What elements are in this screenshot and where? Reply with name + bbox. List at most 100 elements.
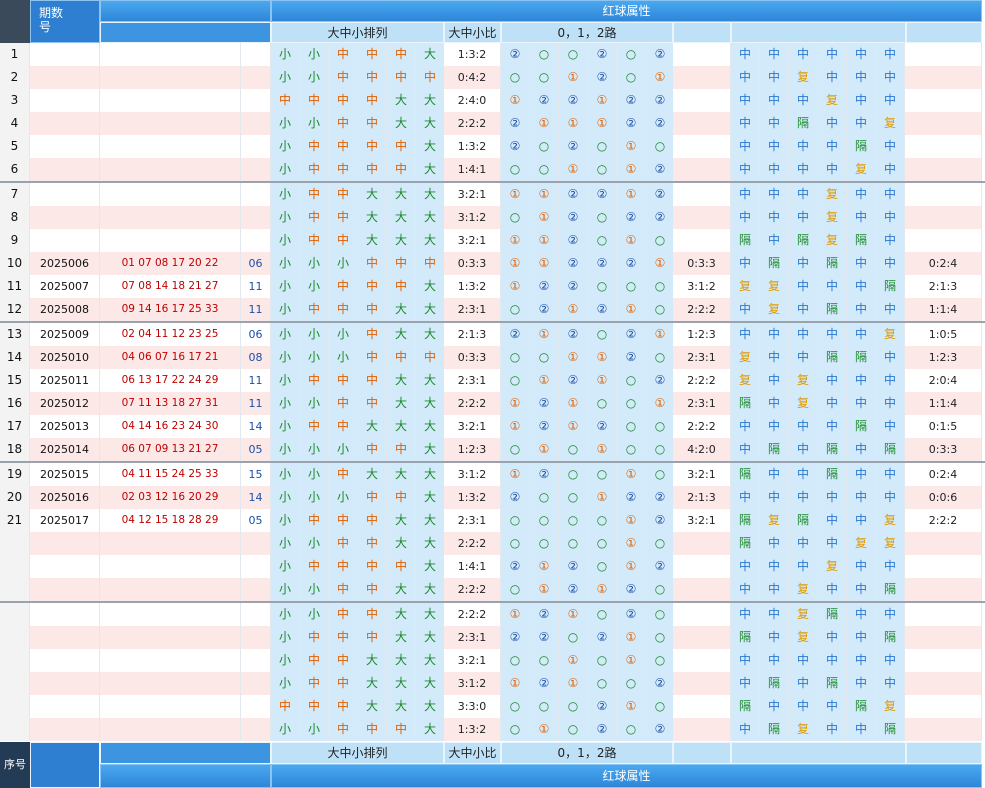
- row-seq: 21: [0, 509, 30, 532]
- route-cell: ○: [617, 369, 646, 392]
- form-cell: 复: [847, 532, 876, 555]
- form-cell: 中: [818, 509, 847, 532]
- route-cell: ②: [588, 718, 617, 741]
- route-cell: ○: [646, 603, 675, 626]
- size-cell: 中: [329, 695, 358, 718]
- tail-ratio-cell: 1:0:5: [905, 323, 982, 346]
- size-cell: 小: [271, 112, 300, 135]
- form-cell: 中: [789, 43, 818, 66]
- size-ratio-cell: 0:4:2: [444, 66, 501, 89]
- form-cell: 中: [876, 89, 905, 112]
- size-ratio-cell: 1:3:2: [444, 43, 501, 66]
- form-cell: 中: [818, 275, 847, 298]
- size-cell: 中: [300, 89, 329, 112]
- size-cell: 大: [358, 206, 387, 229]
- row-blue-number: [241, 603, 271, 626]
- form-cell: 中: [847, 463, 876, 486]
- size-ratio-cell: 1:4:1: [444, 555, 501, 578]
- route-cell: ②: [530, 275, 559, 298]
- row-seq: [0, 672, 30, 695]
- form-cell: 中: [818, 369, 847, 392]
- size-ratio-cell: 2:2:2: [444, 392, 501, 415]
- row-red-numbers: [100, 603, 241, 626]
- form-cell: 复: [876, 695, 905, 718]
- route-cell: ①: [617, 463, 646, 486]
- route-cell: ○: [501, 718, 530, 741]
- route-cell: ○: [588, 323, 617, 346]
- corner-logo: [0, 0, 30, 43]
- route-cell: ○: [559, 718, 588, 741]
- form-cell: 隔: [731, 463, 760, 486]
- row-blue-number: [241, 158, 271, 181]
- table-row: 13 2025009 02 04 11 12 23 25 06 小小小中大大 2:1:3 ②…: [0, 323, 985, 346]
- size-cell: 中: [329, 626, 358, 649]
- route-ratio-cell: [673, 135, 731, 158]
- form-cell: 中: [731, 112, 760, 135]
- size-ratio-cell: 2:1:3: [444, 323, 501, 346]
- size-cell: 大: [387, 626, 416, 649]
- row-seq: [0, 649, 30, 672]
- size-cell: 小: [300, 275, 329, 298]
- route-cell: ①: [559, 298, 588, 321]
- form-cell: 中: [876, 415, 905, 438]
- route-cell: ○: [530, 486, 559, 509]
- size-cell: 小: [271, 66, 300, 89]
- route-label: 0，1，2路: [557, 26, 617, 40]
- form-cell: 中: [731, 649, 760, 672]
- route-cell: ○: [501, 346, 530, 369]
- route-cell: ○: [646, 463, 675, 486]
- form-cell: 中: [876, 346, 905, 369]
- route-cell: ○: [617, 392, 646, 415]
- size-cell: 中: [358, 392, 387, 415]
- row-blue-number: [241, 626, 271, 649]
- route-cell: ①: [588, 438, 617, 461]
- route-cell: ①: [617, 229, 646, 252]
- size-cell: 中: [329, 672, 358, 695]
- route-cell: ○: [530, 66, 559, 89]
- size-cell: 小: [271, 578, 300, 601]
- form-cell: 中: [731, 158, 760, 181]
- route-cell: ○: [646, 135, 675, 158]
- size-cell: 中: [358, 43, 387, 66]
- route-ratio-cell: [673, 229, 731, 252]
- route-cell: ○: [646, 438, 675, 461]
- route-cell: ①: [559, 603, 588, 626]
- size-cell: 大: [358, 183, 387, 206]
- form-cell: 中: [818, 415, 847, 438]
- size-cell: 中: [358, 89, 387, 112]
- size-cell: 小: [329, 486, 358, 509]
- row-blue-number: [241, 43, 271, 66]
- footer-size-ratio: 大中小比: [444, 742, 501, 764]
- route-cell: ②: [588, 183, 617, 206]
- size-cell: 大: [416, 509, 445, 532]
- size-cell: 大: [416, 229, 445, 252]
- route-ratio-cell: 2:2:2: [673, 298, 731, 321]
- size-cell: 中: [387, 346, 416, 369]
- route-cell: ○: [501, 532, 530, 555]
- route-cell: ②: [559, 578, 588, 601]
- size-cell: 中: [329, 112, 358, 135]
- row-red-numbers: [100, 555, 241, 578]
- row-red-numbers: [100, 206, 241, 229]
- route-cell: ②: [588, 298, 617, 321]
- size-cell: 小: [300, 346, 329, 369]
- route-cell: ○: [588, 206, 617, 229]
- form-cell: 复: [818, 206, 847, 229]
- row-issue: 2025006: [30, 252, 100, 275]
- form-cell: 中: [731, 438, 760, 461]
- size-cell: 大: [416, 415, 445, 438]
- row-issue: [30, 135, 100, 158]
- size-cell: 小: [271, 718, 300, 741]
- route-cell: ②: [501, 112, 530, 135]
- route-cell: ①: [588, 486, 617, 509]
- row-seq: 12: [0, 298, 30, 321]
- tail-header: [906, 22, 982, 43]
- route-cell: ○: [501, 438, 530, 461]
- size-cell: 中: [329, 229, 358, 252]
- size-cell: 大: [416, 649, 445, 672]
- form-cell: 中: [731, 578, 760, 601]
- form-cell: 中: [731, 486, 760, 509]
- row-issue: [30, 112, 100, 135]
- size-cell: 大: [387, 206, 416, 229]
- form-cell: 复: [818, 89, 847, 112]
